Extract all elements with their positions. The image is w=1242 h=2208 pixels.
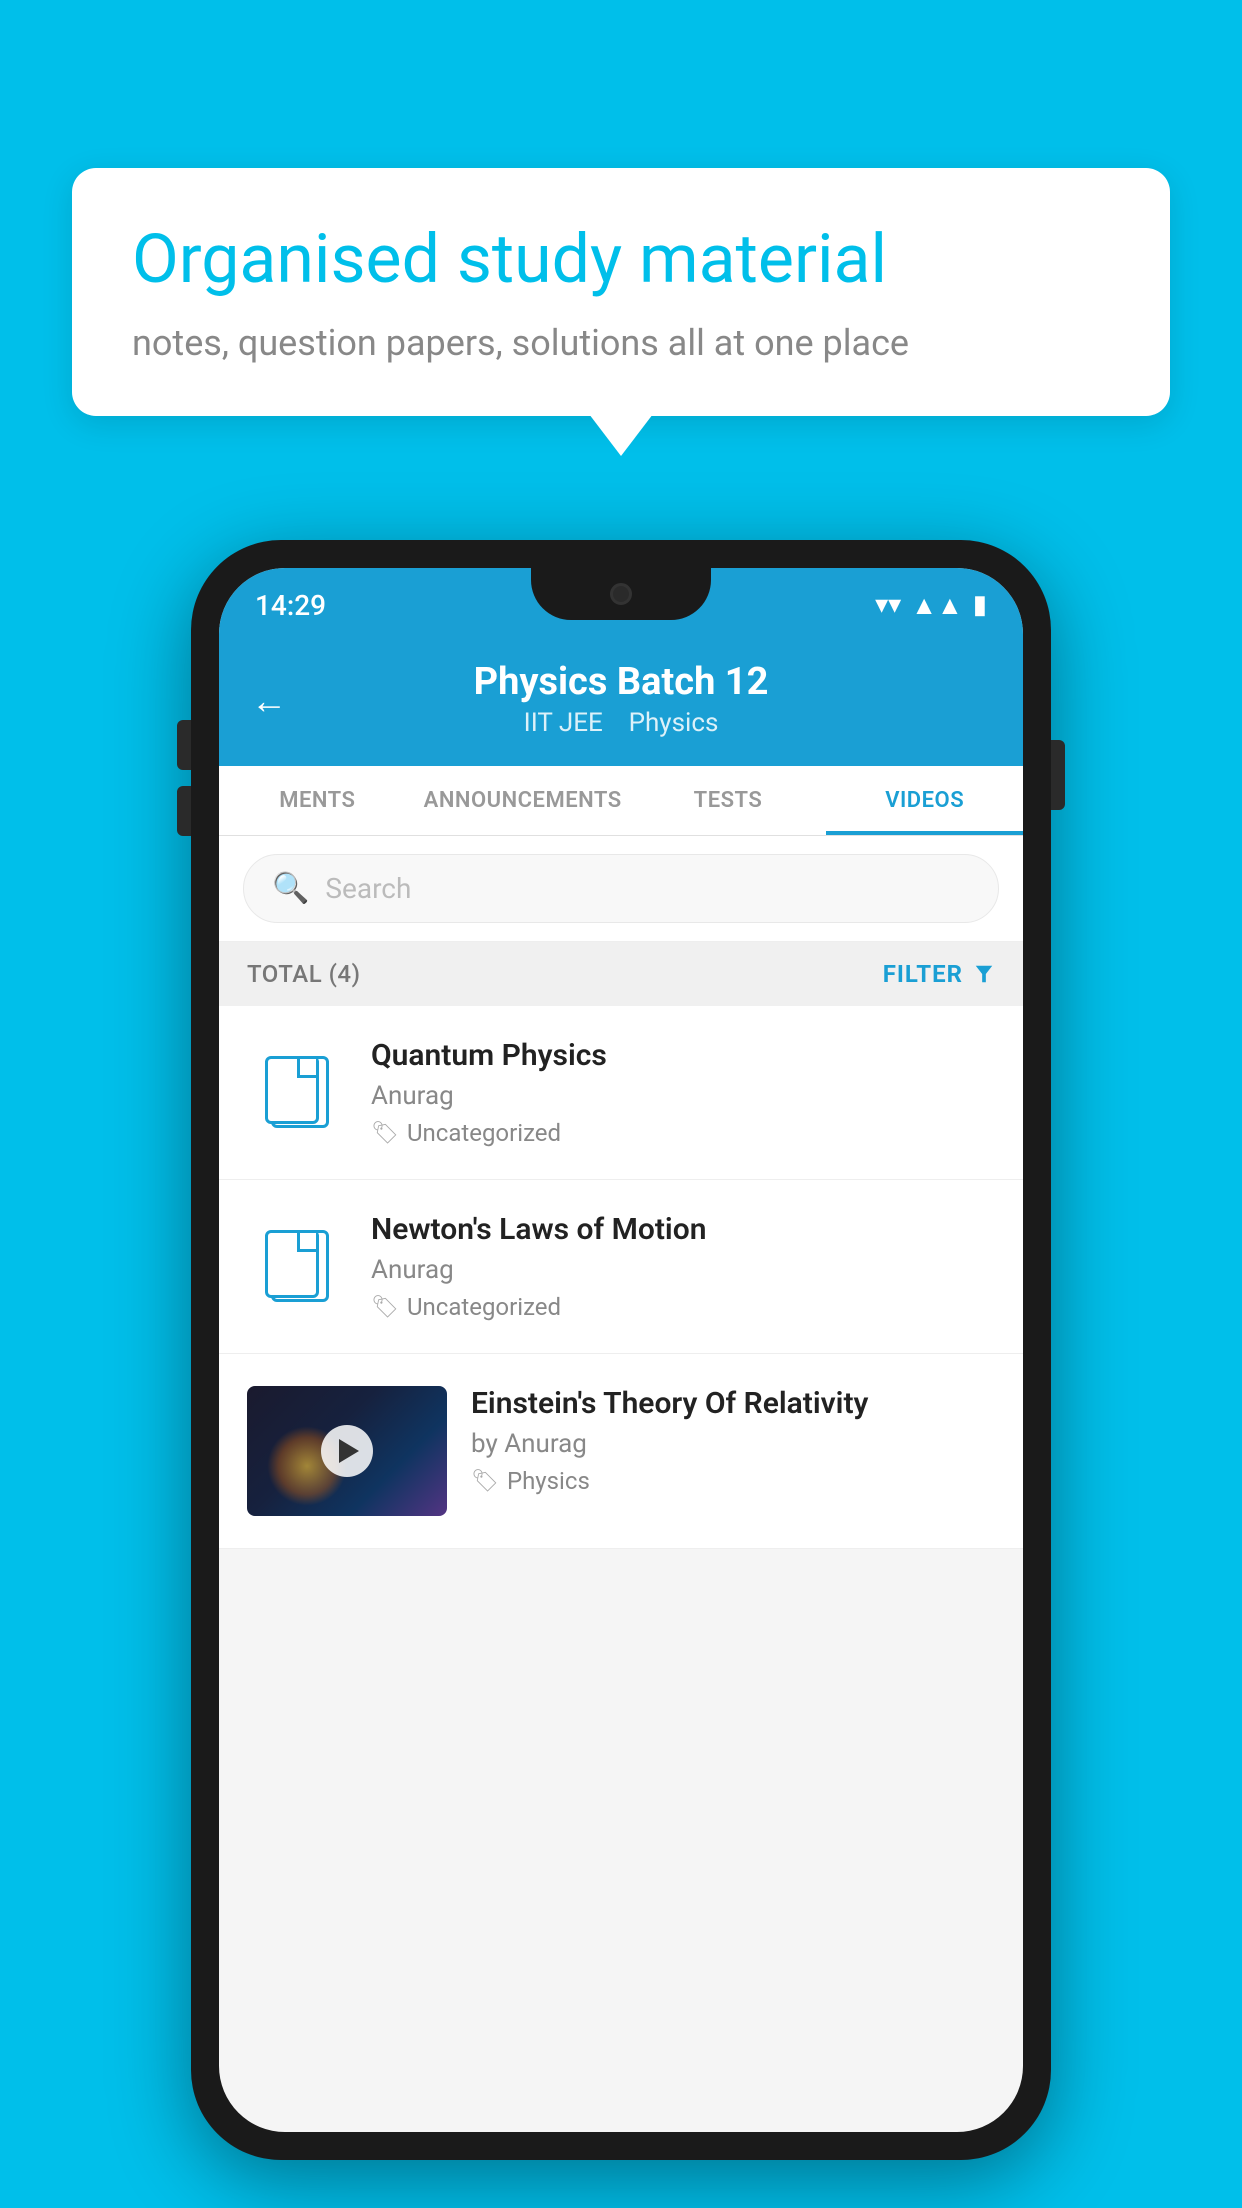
vol-down-button bbox=[177, 786, 191, 836]
phone-frame: 14:29 ▾▾ ▲▲ ▮ ← Physics Batch 12 IIT JEE… bbox=[191, 540, 1051, 2160]
file-icon-front bbox=[265, 1056, 319, 1124]
tab-videos[interactable]: VIDEOS bbox=[826, 766, 1023, 835]
video-file-icon bbox=[247, 1212, 347, 1312]
phone-container: 14:29 ▾▾ ▲▲ ▮ ← Physics Batch 12 IIT JEE… bbox=[191, 540, 1051, 2160]
video-tag: 🏷 Uncategorized bbox=[371, 1293, 995, 1321]
total-count: TOTAL (4) bbox=[247, 960, 360, 988]
status-icons: ▾▾ ▲▲ ▮ bbox=[875, 590, 987, 621]
video-author: Anurag bbox=[371, 1081, 995, 1111]
video-tag: 🏷 Physics bbox=[471, 1467, 995, 1495]
video-info: Newton's Laws of Motion Anurag 🏷 Uncateg… bbox=[371, 1212, 995, 1321]
header-subtitle: IIT JEE Physics bbox=[255, 708, 987, 738]
search-placeholder: Search bbox=[325, 872, 411, 905]
tab-announcements[interactable]: ANNOUNCEMENTS bbox=[416, 766, 630, 835]
video-author: Anurag bbox=[371, 1255, 995, 1285]
app-header: ← Physics Batch 12 IIT JEE Physics bbox=[219, 636, 1023, 766]
list-item[interactable]: Quantum Physics Anurag 🏷 Uncategorized bbox=[219, 1006, 1023, 1180]
tag-icon: 🏷 bbox=[371, 1121, 399, 1146]
tag-icon: 🏷 bbox=[371, 1295, 399, 1320]
video-tag: 🏷 Uncategorized bbox=[371, 1119, 995, 1147]
video-thumbnail-image bbox=[247, 1386, 447, 1516]
video-info: Quantum Physics Anurag 🏷 Uncategorized bbox=[371, 1038, 995, 1147]
play-button[interactable] bbox=[321, 1425, 373, 1477]
file-icon bbox=[265, 1048, 329, 1128]
list-item[interactable]: Newton's Laws of Motion Anurag 🏷 Uncateg… bbox=[219, 1180, 1023, 1354]
video-title: Quantum Physics bbox=[371, 1038, 995, 1073]
left-buttons bbox=[177, 720, 191, 852]
video-list: Quantum Physics Anurag 🏷 Uncategorized bbox=[219, 1006, 1023, 1549]
signal-icon: ▲▲ bbox=[911, 590, 962, 621]
header-title: Physics Batch 12 bbox=[255, 660, 987, 704]
play-triangle-icon bbox=[339, 1439, 359, 1463]
front-camera bbox=[610, 583, 632, 605]
filter-bar: TOTAL (4) FILTER bbox=[219, 942, 1023, 1006]
header-tag1: IIT JEE bbox=[524, 708, 603, 738]
filter-button[interactable]: FILTER bbox=[883, 960, 995, 988]
tab-ments[interactable]: MENTS bbox=[219, 766, 416, 835]
file-icon bbox=[265, 1222, 329, 1302]
video-author: by Anurag bbox=[471, 1429, 995, 1459]
bubble-subtitle: notes, question papers, solutions all at… bbox=[132, 322, 1110, 364]
speech-bubble-card: Organised study material notes, question… bbox=[72, 168, 1170, 416]
tabs-bar: MENTS ANNOUNCEMENTS TESTS VIDEOS bbox=[219, 766, 1023, 836]
filter-funnel-icon bbox=[973, 963, 995, 985]
wifi-icon: ▾▾ bbox=[875, 590, 901, 620]
status-time: 14:29 bbox=[255, 589, 326, 622]
vol-up-button bbox=[177, 720, 191, 770]
search-bar-container: 🔍 Search bbox=[219, 836, 1023, 942]
tab-tests[interactable]: TESTS bbox=[630, 766, 827, 835]
bubble-title: Organised study material bbox=[132, 220, 1110, 298]
power-button bbox=[1051, 740, 1065, 810]
video-title: Einstein's Theory Of Relativity bbox=[471, 1386, 995, 1421]
file-icon-front bbox=[265, 1230, 319, 1298]
header-tag2: Physics bbox=[629, 708, 719, 738]
battery-icon: ▮ bbox=[973, 590, 987, 620]
tag-icon: 🏷 bbox=[471, 1469, 499, 1494]
list-item[interactable]: Einstein's Theory Of Relativity by Anura… bbox=[219, 1354, 1023, 1549]
phone-notch bbox=[531, 568, 711, 620]
side-buttons bbox=[1051, 740, 1065, 830]
video-file-icon bbox=[247, 1038, 347, 1138]
video-info: Einstein's Theory Of Relativity by Anura… bbox=[471, 1386, 995, 1495]
back-button[interactable]: ← bbox=[251, 680, 287, 722]
search-icon: 🔍 bbox=[272, 871, 309, 906]
video-title: Newton's Laws of Motion bbox=[371, 1212, 995, 1247]
search-bar[interactable]: 🔍 Search bbox=[243, 854, 999, 923]
phone-screen: 14:29 ▾▾ ▲▲ ▮ ← Physics Batch 12 IIT JEE… bbox=[219, 568, 1023, 2132]
